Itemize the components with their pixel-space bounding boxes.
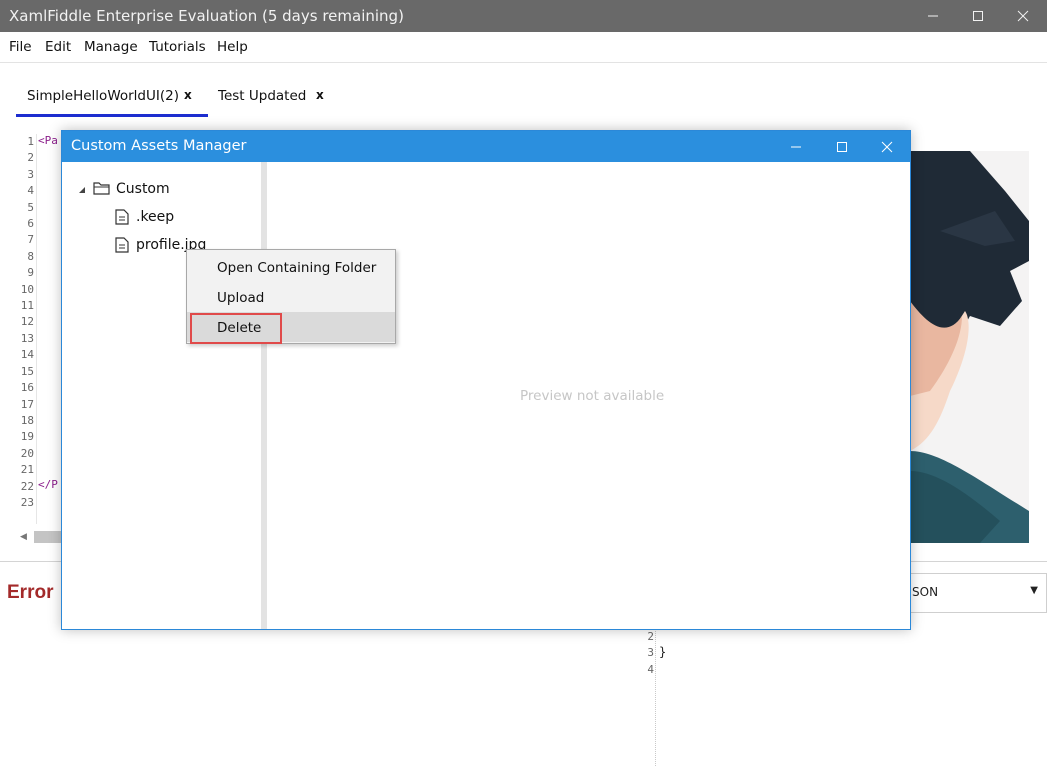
line-number: 3 xyxy=(647,646,654,660)
menu-item-label: Open Containing Folder xyxy=(217,260,377,276)
menu-item-label: Upload xyxy=(217,290,265,306)
error-panel-title: Error xyxy=(7,582,54,603)
menu-edit[interactable]: Edit xyxy=(45,39,71,55)
code-line[interactable]: <Pa xyxy=(38,134,58,147)
maximize-button[interactable] xyxy=(955,0,1001,32)
menu-bar: File Edit Manage Tutorials Help xyxy=(0,32,1047,63)
folder-icon xyxy=(93,182,110,195)
line-number: 4 xyxy=(647,662,654,676)
line-number: 1 xyxy=(27,135,34,148)
line-number: 13 xyxy=(20,331,34,345)
asset-tree: Custom .keep profile.jpg xyxy=(62,162,261,629)
maximize-icon xyxy=(973,11,983,21)
line-number: 2 xyxy=(27,151,34,165)
dialog-title: Custom Assets Manager xyxy=(71,138,247,154)
file-icon xyxy=(115,237,129,253)
active-tab-indicator xyxy=(16,114,208,117)
scroll-left-arrow-icon[interactable]: ◀ xyxy=(20,532,27,542)
line-number: 19 xyxy=(20,430,34,444)
code-line[interactable]: } xyxy=(659,645,666,659)
line-number: 6 xyxy=(27,217,34,231)
tab-close-button[interactable]: x xyxy=(184,88,192,102)
context-menu-upload[interactable]: Upload xyxy=(187,282,395,312)
highlight-annotation xyxy=(190,313,282,344)
format-select-value: SON xyxy=(912,585,939,599)
collapse-arrow-icon[interactable] xyxy=(78,186,86,194)
line-number: 15 xyxy=(20,364,34,378)
line-number: 7 xyxy=(27,233,34,247)
tab-close-button[interactable]: x xyxy=(316,88,324,102)
line-number: 8 xyxy=(27,249,34,263)
horizontal-scrollbar-thumb[interactable] xyxy=(34,531,62,543)
menu-tutorials[interactable]: Tutorials xyxy=(149,39,206,55)
line-number: 14 xyxy=(20,348,34,362)
line-number: 4 xyxy=(27,184,34,198)
line-number: 3 xyxy=(27,167,34,181)
tab-simplehelloworldui[interactable]: SimpleHelloWorldUI(2) xyxy=(27,88,179,104)
output-gutter-divider xyxy=(655,625,656,766)
line-number: 18 xyxy=(20,413,34,427)
maximize-icon xyxy=(837,142,847,152)
close-button[interactable] xyxy=(1000,0,1046,32)
dialog-close-button[interactable] xyxy=(864,131,910,162)
line-number: 22 xyxy=(20,479,34,493)
chevron-down-icon: ▼ xyxy=(1030,585,1038,596)
line-number: 20 xyxy=(20,446,34,460)
menu-file[interactable]: File xyxy=(9,39,32,55)
line-number: 16 xyxy=(20,381,34,395)
dialog-titlebar: Custom Assets Manager xyxy=(62,131,910,162)
line-number: 9 xyxy=(27,266,34,280)
menu-help[interactable]: Help xyxy=(217,39,248,55)
output-line-number-gutter: 2 3 4 xyxy=(634,629,654,678)
tree-folder-custom[interactable]: Custom xyxy=(116,181,170,197)
app-titlebar: XamlFiddle Enterprise Evaluation (5 days… xyxy=(0,0,1047,32)
line-number-gutter: 1 2 3 4 5 6 7 8 9 10 11 12 13 14 15 16 1… xyxy=(14,134,34,511)
dialog-minimize-button[interactable] xyxy=(773,131,819,162)
code-line[interactable]: </P xyxy=(38,478,58,491)
minimize-icon xyxy=(791,146,801,148)
dialog-maximize-button[interactable] xyxy=(819,131,865,162)
line-number: 2 xyxy=(647,630,654,643)
custom-assets-manager-dialog: Custom Assets Manager Custom .keep profi… xyxy=(61,130,911,630)
minimize-button[interactable] xyxy=(910,0,956,32)
panel-splitter[interactable] xyxy=(261,162,267,629)
line-number: 10 xyxy=(20,282,34,296)
format-select[interactable]: SON ▼ xyxy=(897,573,1047,613)
app-title: XamlFiddle Enterprise Evaluation (5 days… xyxy=(9,7,404,25)
line-number: 17 xyxy=(20,397,34,411)
tree-file-keep[interactable]: .keep xyxy=(136,209,174,225)
file-icon xyxy=(115,209,129,225)
profile-preview-image xyxy=(910,151,1029,543)
close-icon xyxy=(1017,10,1029,22)
gutter-divider xyxy=(36,134,37,524)
preview-placeholder: Preview not available xyxy=(520,388,665,404)
line-number: 21 xyxy=(20,463,34,477)
line-number: 12 xyxy=(20,315,34,329)
line-number: 11 xyxy=(20,299,34,313)
line-number: 5 xyxy=(27,200,34,214)
line-number: 23 xyxy=(20,495,34,509)
minimize-icon xyxy=(928,15,938,17)
close-icon xyxy=(881,141,893,153)
context-menu-open-containing-folder[interactable]: Open Containing Folder xyxy=(187,252,395,282)
tab-test-updated[interactable]: Test Updated xyxy=(218,88,306,104)
menu-manage[interactable]: Manage xyxy=(84,39,138,55)
